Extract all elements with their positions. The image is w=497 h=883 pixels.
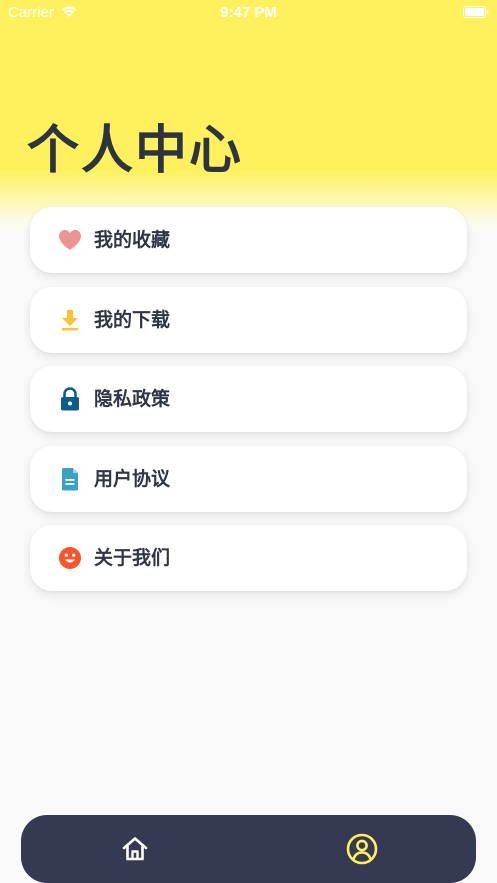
menu-item-user-agreement[interactable]: 用户协议 — [30, 445, 467, 512]
smiley-icon — [57, 545, 83, 571]
tab-profile[interactable] — [346, 833, 378, 865]
menu-item-label: 关于我们 — [94, 547, 171, 569]
user-circle-icon — [346, 833, 378, 865]
heart-icon — [57, 227, 83, 253]
menu-item-privacy[interactable]: 隐私政策 — [30, 366, 467, 432]
menu-item-label: 用户协议 — [94, 467, 171, 490]
tab-bar — [21, 815, 476, 883]
menu-item-about-us[interactable]: 关于我们 — [30, 525, 467, 591]
document-icon — [57, 466, 83, 492]
menu-item-label: 隐私政策 — [94, 388, 171, 410]
page-title: 个人中心 — [27, 121, 244, 181]
menu-item-label: 我的下载 — [94, 308, 171, 331]
lock-icon — [57, 386, 83, 412]
menu-item-favorites[interactable]: 我的收藏 — [30, 207, 467, 273]
download-icon — [57, 307, 83, 333]
menu-item-label: 我的收藏 — [94, 229, 171, 251]
menu-list: 我的收藏 我的下载 隐私政策 用户协议 关于我们 — [30, 207, 467, 605]
battery-icon — [463, 6, 489, 18]
home-icon — [122, 837, 148, 861]
status-bar: Carrier 9:47 PM — [0, 0, 497, 26]
menu-item-downloads[interactable]: 我的下载 — [30, 286, 467, 353]
tab-home[interactable] — [119, 833, 151, 865]
status-time: 9:47 PM — [220, 4, 277, 21]
